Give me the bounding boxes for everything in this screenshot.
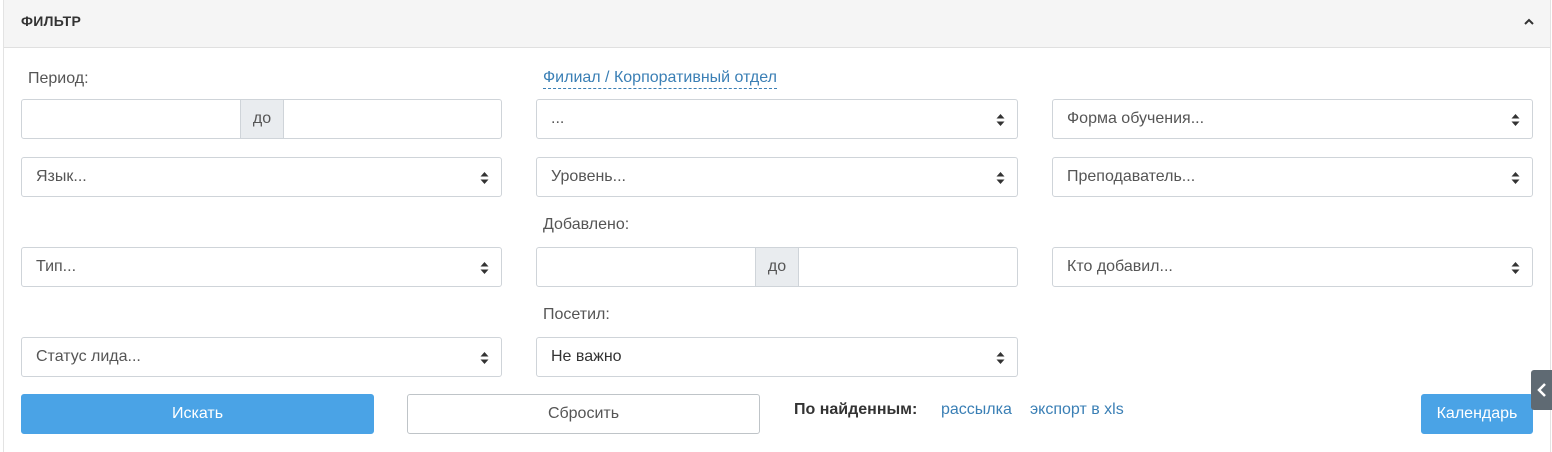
visited-label: Посетил: (543, 306, 610, 323)
found-label: По найденным: (794, 401, 918, 418)
study-form-select[interactable]: Форма обучения... (1052, 99, 1533, 139)
sort-arrows-icon (996, 114, 1005, 126)
sort-arrows-icon (480, 262, 489, 274)
added-from-input[interactable] (537, 248, 755, 286)
added-range: до (536, 247, 1018, 287)
search-button[interactable]: Искать (21, 394, 374, 434)
lead-status-value: Статус лида... (36, 348, 141, 365)
level-select[interactable]: Уровень... (536, 157, 1018, 197)
added-to-input[interactable] (799, 248, 1017, 286)
period-range: до (21, 99, 502, 139)
sort-arrows-icon (996, 172, 1005, 184)
period-separator: до (240, 100, 284, 138)
filter-panel-title: ФИЛЬТР (21, 13, 82, 29)
calendar-button[interactable]: Календарь (1421, 394, 1533, 434)
period-to-input[interactable] (284, 100, 501, 138)
type-select[interactable]: Тип... (21, 247, 502, 287)
sort-arrows-icon (480, 352, 489, 364)
branch-label-link[interactable]: Филиал / Корпоративный отдел (543, 69, 777, 89)
export-xls-link[interactable]: экспорт в xls (1030, 401, 1124, 419)
sort-arrows-icon (1511, 172, 1520, 184)
sort-arrows-icon (1511, 262, 1520, 274)
added-label: Добавлено: (543, 216, 630, 233)
period-from-input[interactable] (22, 100, 240, 138)
period-label: Период: (28, 70, 89, 87)
teacher-value: Преподаватель... (1067, 168, 1196, 185)
who-added-select[interactable]: Кто добавил... (1052, 247, 1533, 287)
sort-arrows-icon (996, 352, 1005, 364)
side-panel-toggle[interactable] (1531, 370, 1552, 410)
branch-select[interactable]: ... (536, 99, 1018, 139)
filter-panel-header[interactable]: ФИЛЬТР (4, 0, 1550, 48)
visited-select[interactable]: Не важно (536, 337, 1018, 377)
chevron-left-icon (1537, 383, 1546, 397)
who-added-value: Кто добавил... (1067, 258, 1173, 275)
lead-status-select[interactable]: Статус лида... (21, 337, 502, 377)
language-select[interactable]: Язык... (21, 157, 502, 197)
study-form-value: Форма обучения... (1067, 110, 1205, 127)
branch-select-value: ... (551, 110, 565, 127)
mailing-link[interactable]: рассылка (941, 401, 1012, 419)
chevron-up-icon[interactable] (1523, 16, 1535, 28)
teacher-select[interactable]: Преподаватель... (1052, 157, 1533, 197)
level-value: Уровень... (551, 168, 626, 185)
filter-panel: ФИЛЬТР (3, 0, 1551, 452)
type-value: Тип... (36, 258, 77, 275)
sort-arrows-icon (1511, 114, 1520, 126)
language-value: Язык... (36, 168, 87, 185)
sort-arrows-icon (480, 172, 489, 184)
added-separator: до (755, 248, 799, 286)
visited-value: Не важно (551, 348, 622, 365)
reset-button[interactable]: Сбросить (407, 394, 760, 434)
